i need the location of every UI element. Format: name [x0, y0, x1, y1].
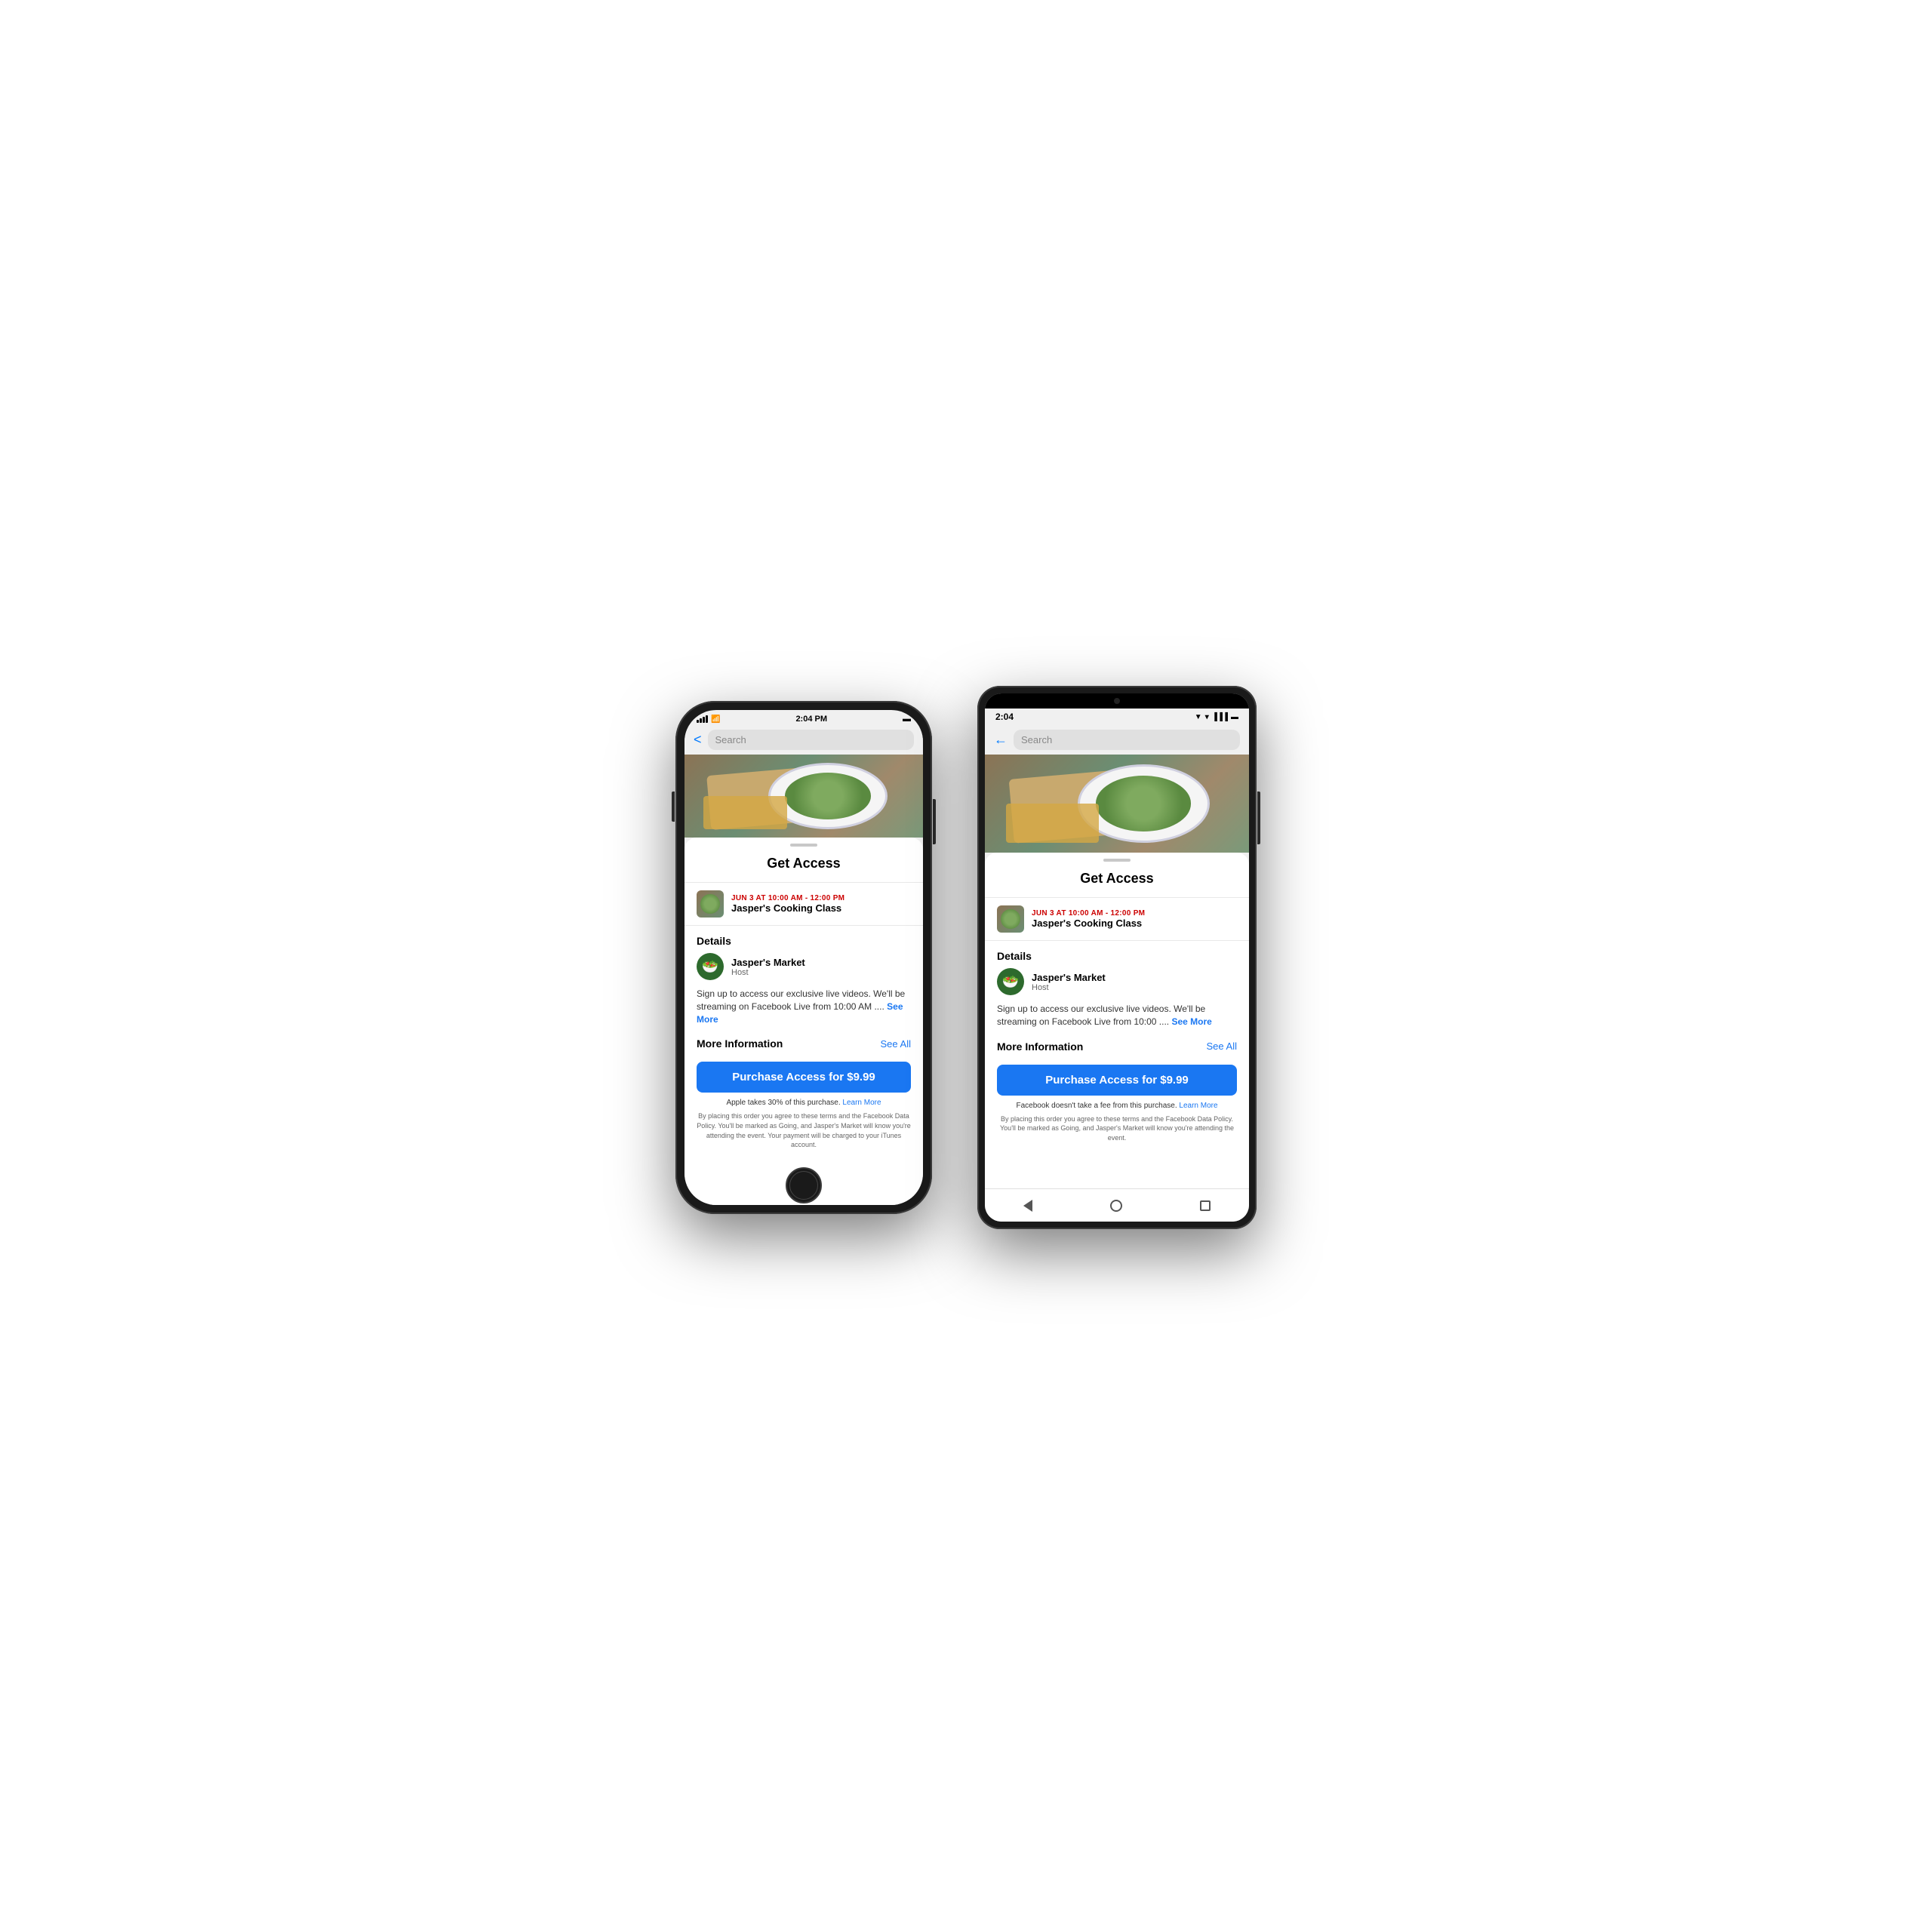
ios-learn-more[interactable]: Learn More [842, 1099, 881, 1107]
ios-host-info: Jasper's Market Host [731, 957, 805, 977]
ios-event-info: JUN 3 AT 10:00 AM - 12:00 PM Jasper's Co… [731, 894, 844, 914]
ios-status-left: 📶 [697, 715, 720, 724]
android-sheet-title: Get Access [985, 871, 1249, 887]
sheet-handle [790, 844, 817, 847]
android-see-all[interactable]: See All [1207, 1040, 1237, 1052]
android-screen: 2:04 ▼ ▾ ▐▐▐ ▬ ← Search [985, 693, 1249, 1222]
android-recents-nav-icon[interactable] [1200, 1200, 1211, 1211]
ios-event-row: JUN 3 AT 10:00 AM - 12:00 PM Jasper's Co… [685, 882, 923, 926]
ios-host-avatar: 🥗 [697, 953, 724, 980]
iphone-device: 📶 2:04 PM ▬ < Search [675, 701, 932, 1214]
plate-food [785, 773, 871, 819]
android-camera [1114, 698, 1120, 704]
ios-host-name: Jasper's Market [731, 957, 805, 968]
android-top [985, 693, 1249, 709]
android-event-name: Jasper's Cooking Class [1032, 918, 1145, 929]
chips [703, 796, 787, 829]
android-device: 2:04 ▼ ▾ ▐▐▐ ▬ ← Search [977, 686, 1257, 1229]
ios-terms: By placing this order you agree to these… [685, 1111, 923, 1158]
signal-bar-4 [706, 715, 708, 723]
android-host-role: Host [1032, 983, 1106, 992]
android-bottom-sheet: Get Access JUN 3 AT 10:00 AM - 12:00 PM … [985, 853, 1249, 1188]
android-event-row: JUN 3 AT 10:00 AM - 12:00 PM Jasper's Co… [985, 897, 1249, 941]
android-event-thumb-inner [1001, 909, 1020, 928]
android-plate-food [1096, 776, 1192, 831]
signal-bar-2 [700, 718, 702, 723]
android-description: Sign up to access our exclusive live vid… [985, 1003, 1249, 1031]
ios-event-thumb-inner [700, 894, 719, 913]
wifi-icon: 📶 [711, 715, 720, 724]
android-wifi-icon: ▾ [1205, 713, 1209, 721]
iphone-home-button[interactable] [786, 1167, 822, 1203]
android-status-bar: 2:04 ▼ ▾ ▐▐▐ ▬ [985, 709, 1249, 725]
android-host-row: 🥗 Jasper's Market Host [985, 968, 1249, 1003]
android-nav-bar [985, 1188, 1249, 1222]
signal-bars-icon [697, 715, 708, 723]
ios-purchase-button[interactable]: Purchase Access for $9.99 [697, 1062, 911, 1093]
ios-search-bar: < Search [685, 725, 923, 755]
android-fee-note: Facebook doesn't take a fee from this pu… [985, 1102, 1249, 1114]
android-signal-icon: ▼ [1195, 713, 1202, 721]
android-back-arrow-icon[interactable]: ← [994, 732, 1008, 748]
android-host-name: Jasper's Market [1032, 972, 1106, 983]
android-purchase-button[interactable]: Purchase Access for $9.99 [997, 1065, 1237, 1096]
android-home-nav-icon[interactable] [1110, 1200, 1122, 1212]
android-status-icons: ▼ ▾ ▐▐▐ ▬ [1195, 713, 1238, 721]
ios-status-bar: 📶 2:04 PM ▬ [685, 710, 923, 725]
android-battery-icon: ▬ [1231, 713, 1238, 721]
android-bars-icon: ▐▐▐ [1212, 713, 1228, 721]
android-more-info-label: More Information [997, 1040, 1083, 1053]
food-image [685, 755, 923, 838]
android-search-input[interactable]: Search [1014, 730, 1240, 750]
ios-event-name: Jasper's Cooking Class [731, 902, 844, 914]
signal-bar-3 [703, 717, 705, 723]
ios-bottom-sheet: Get Access JUN 3 AT 10:00 AM - 12:00 PM … [685, 838, 923, 1205]
ios-details-label: Details [685, 935, 923, 953]
ios-fee-note: Apple takes 30% of this purchase. Learn … [685, 1099, 923, 1111]
android-search-bar: ← Search [985, 725, 1249, 755]
ios-more-info-label: More Information [697, 1037, 783, 1050]
android-see-more[interactable]: See More [1171, 1016, 1211, 1027]
android-more-info-row: More Information See All [985, 1031, 1249, 1062]
ios-sheet-title: Get Access [685, 856, 923, 871]
page-container: 📶 2:04 PM ▬ < Search [675, 686, 1257, 1229]
android-learn-more[interactable]: Learn More [1179, 1102, 1217, 1110]
ios-event-thumb [697, 890, 724, 918]
ios-host-row: 🥗 Jasper's Market Host [685, 953, 923, 988]
android-event-info: JUN 3 AT 10:00 AM - 12:00 PM Jasper's Co… [1032, 909, 1145, 929]
ios-time: 2:04 PM [795, 715, 827, 724]
signal-bar-1 [697, 720, 699, 723]
search-input[interactable]: Search [708, 730, 914, 750]
ios-more-info-row: More Information See All [685, 1028, 923, 1059]
android-back-nav-icon[interactable] [1023, 1200, 1032, 1212]
android-sheet-handle [1103, 859, 1131, 862]
android-event-date: JUN 3 AT 10:00 AM - 12:00 PM [1032, 909, 1145, 918]
ios-see-all[interactable]: See All [881, 1038, 911, 1050]
android-chips [1006, 804, 1099, 843]
ios-event-date: JUN 3 AT 10:00 AM - 12:00 PM [731, 894, 844, 902]
ios-host-role: Host [731, 968, 805, 977]
android-host-avatar: 🥗 [997, 968, 1024, 995]
ios-status-right: ▬ [903, 715, 911, 724]
android-host-info: Jasper's Market Host [1032, 972, 1106, 992]
android-terms: By placing this order you agree to these… [985, 1114, 1249, 1152]
android-details-label: Details [985, 950, 1249, 968]
android-time: 2:04 [995, 712, 1014, 722]
android-food-image [985, 755, 1249, 853]
android-search-placeholder: Search [1021, 734, 1052, 745]
back-arrow-icon[interactable]: < [694, 732, 702, 748]
battery-icon: ▬ [903, 715, 911, 724]
iphone-screen: 📶 2:04 PM ▬ < Search [685, 710, 923, 1205]
search-placeholder: Search [715, 734, 746, 745]
ios-description: Sign up to access our exclusive live vid… [685, 988, 923, 1028]
android-event-thumb [997, 905, 1024, 933]
